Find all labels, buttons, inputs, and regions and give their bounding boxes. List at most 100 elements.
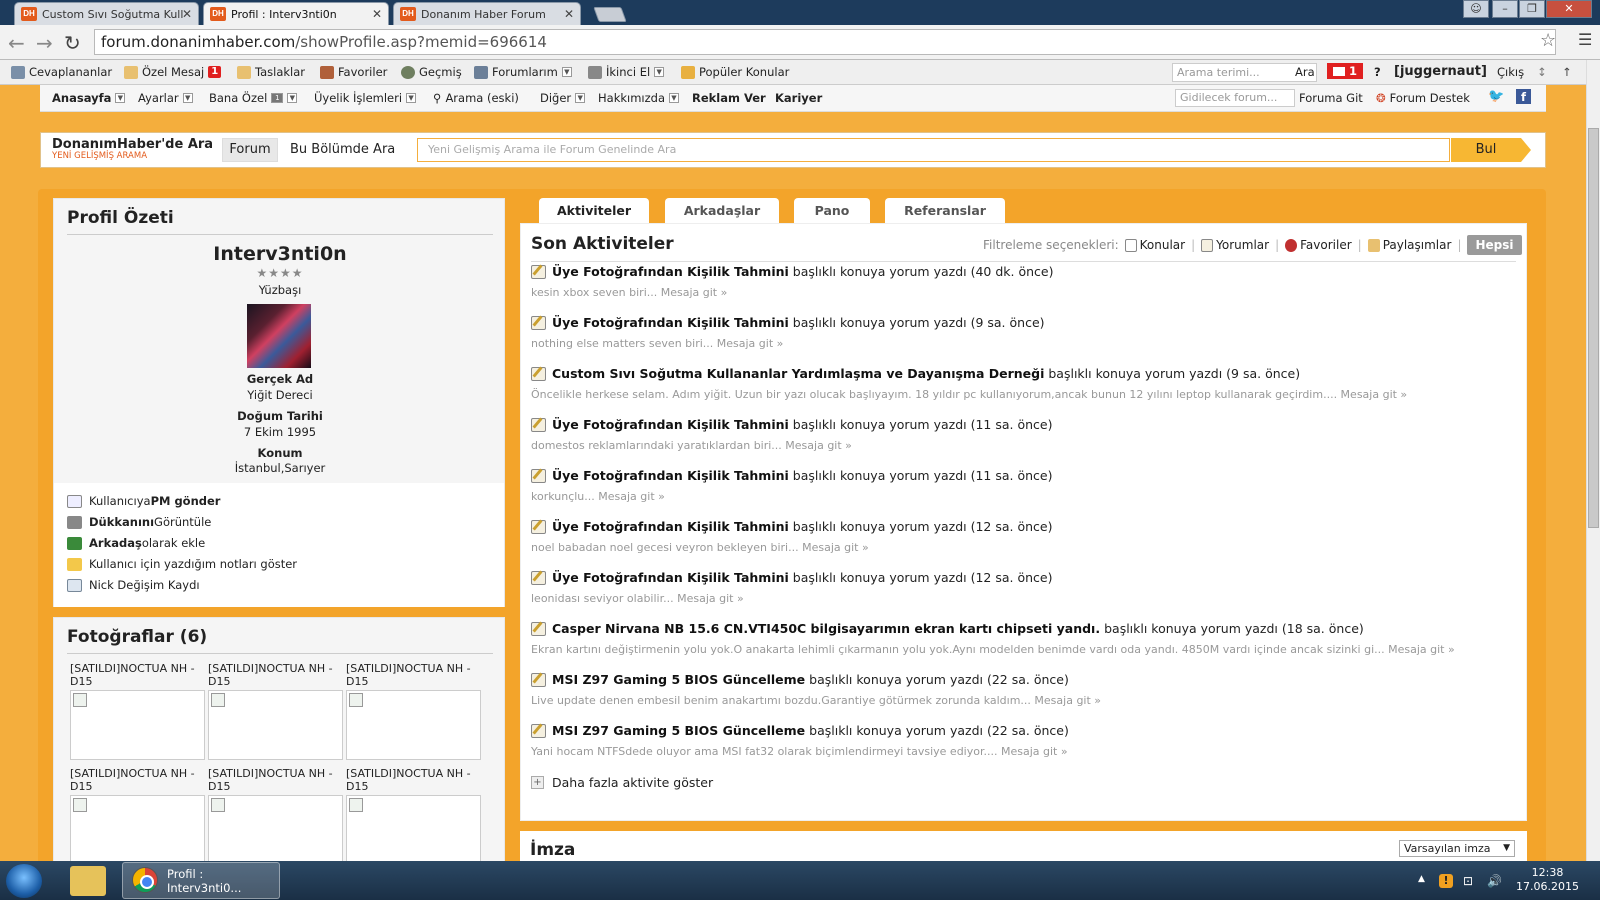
activity-topic-link[interactable]: Custom Sıvı Soğutma Kullananlar Yardımla… (552, 366, 1044, 381)
close-icon[interactable]: ✕ (564, 7, 574, 21)
chevron-down-icon[interactable]: ▼ (561, 67, 572, 77)
chevron-down-icon[interactable]: ▼ (182, 93, 193, 103)
activity-topic-link[interactable]: MSI Z97 Gaming 5 BIOS Güncelleme (552, 672, 805, 687)
close-icon[interactable]: ✕ (372, 7, 382, 21)
close-icon[interactable]: ✕ (182, 7, 192, 21)
activity-excerpt[interactable]: korkunçlu... Mesaja git » (531, 490, 1521, 503)
photo-item[interactable]: [SATILDI]NOCTUA NH - D15 (346, 767, 481, 865)
nick-history-link[interactable]: Nick Değişim Kaydı (67, 578, 200, 592)
add-friend-link[interactable]: Arkadaş olarak ekle (67, 536, 205, 550)
photo-item[interactable]: [SATILDI]NOCTUA NH - D15 (346, 662, 481, 760)
back-icon[interactable]: ← (8, 31, 25, 55)
show-more-activities-button[interactable]: + Daha fazla aktivite göster (531, 775, 713, 790)
chevron-down-icon[interactable]: ▼ (669, 93, 679, 103)
nav-hakkimizda[interactable]: Hakkımızda ▼ (598, 91, 679, 105)
arrow-up-icon[interactable]: ↑ (1562, 65, 1572, 79)
activity-excerpt[interactable]: leonidası seviyor olabilir... Mesaja git… (531, 592, 1521, 605)
activity-topic-link[interactable]: Üye Fotoğrafından Kişilik Tahmini (552, 570, 789, 585)
activity-excerpt[interactable]: nothing else matters seven biri... Mesaj… (531, 337, 1521, 350)
nav-anasayfa[interactable]: Anasayfa ▼ (52, 91, 126, 105)
tab-arkadaslar[interactable]: Arkadaşlar (665, 198, 779, 223)
nav-arama-eski[interactable]: ⚲ Arama (eski) (433, 91, 519, 105)
activity-topic-link[interactable]: MSI Z97 Gaming 5 BIOS Güncelleme (552, 723, 805, 738)
folder-icon[interactable] (70, 866, 106, 896)
chevron-down-icon[interactable]: ▼ (575, 93, 586, 103)
nav-kariyer[interactable]: Kariyer (775, 91, 822, 105)
activity-excerpt[interactable]: Yani hocam NTFSdede oluyor ama MSI fat32… (531, 745, 1521, 758)
twitter-icon[interactable]: 🐦 (1488, 89, 1504, 104)
toolbar-taslaklar[interactable]: Taslaklar (237, 65, 305, 79)
show-notes-link[interactable]: Kullanıcı için yazdığım notları göster (67, 557, 297, 571)
forward-icon[interactable]: → (36, 31, 53, 55)
signature-select[interactable]: Varsayılan imza ▼ (1399, 840, 1515, 857)
nav-reklam-ver[interactable]: Reklam Ver (692, 91, 766, 105)
taskbar-clock[interactable]: 12:38 17.06.2015 (1516, 866, 1579, 894)
help-link[interactable]: ? (1374, 65, 1381, 79)
user-icon[interactable]: ☺ (1463, 0, 1489, 18)
warning-icon[interactable]: ! (1439, 874, 1453, 888)
logout-link[interactable]: Çıkış (1497, 65, 1524, 79)
activity-topic-link[interactable]: Üye Fotoğrafından Kişilik Tahmini (552, 468, 789, 483)
minimize-button[interactable]: – (1492, 0, 1518, 18)
tab-referanslar[interactable]: Referanslar (885, 198, 1005, 223)
toolbar-forumlarim[interactable]: Forumlarım ▼ (474, 65, 572, 79)
toolbar-favoriler[interactable]: Favoriler (320, 65, 387, 79)
pin-icon[interactable]: ↕ (1537, 65, 1547, 79)
start-button[interactable] (6, 864, 42, 898)
activity-excerpt[interactable]: Live update denen embesil benim anakartı… (531, 694, 1521, 707)
photo-item[interactable]: [SATILDI]NOCTUA NH - D15 (208, 767, 343, 865)
scrollbar-thumb[interactable] (1588, 128, 1599, 528)
tab-aktiviteler[interactable]: Aktiviteler (539, 198, 649, 223)
browser-tab[interactable]: DH Custom Sıvı Soğutma Kull ✕ (14, 2, 199, 25)
browser-tab-active[interactable]: DH Profil : Interv3nti0n ✕ (203, 2, 389, 25)
goto-forum-input[interactable]: Gidilecek forum... (1175, 89, 1295, 107)
forum-destek-link[interactable]: ❂ Forum Destek (1376, 91, 1470, 105)
nav-bana-ozel[interactable]: Bana Özel 1 ▼ (209, 91, 298, 105)
search-submit-button[interactable]: Bul (1451, 138, 1521, 162)
chevron-down-icon[interactable]: ▼ (287, 93, 298, 103)
toolbar-cevaplananlar[interactable]: Cevaplananlar (11, 65, 112, 79)
browser-tab[interactable]: DH Donanım Haber Forum ✕ (393, 2, 581, 25)
activity-excerpt[interactable]: noel babadan noel gecesi veyron bekleyen… (531, 541, 1521, 554)
bookmark-star-icon[interactable]: ☆ (1540, 30, 1556, 51)
filter-favoriler[interactable]: Favoriler (1285, 238, 1352, 252)
volume-icon[interactable]: 🔊 (1487, 874, 1502, 888)
activity-topic-link[interactable]: Üye Fotoğrafından Kişilik Tahmini (552, 519, 789, 534)
section-search-button[interactable]: Bu Bölümde Ara (290, 142, 395, 157)
activity-excerpt[interactable]: kesin xbox seven biri... Mesaja git » (531, 286, 1521, 299)
reload-icon[interactable]: ↻ (64, 31, 81, 55)
toolbar-search-button[interactable]: Ara (1295, 65, 1315, 79)
nav-ayarlar[interactable]: Ayarlar ▼ (138, 91, 193, 105)
chevron-down-icon[interactable]: ▼ (654, 67, 665, 77)
filter-paylasimlar[interactable]: Paylaşımlar (1367, 238, 1451, 252)
chevron-down-icon[interactable]: ▼ (115, 93, 126, 103)
network-icon[interactable]: ⊡ (1463, 874, 1473, 888)
tray-arrow-icon[interactable]: ▲ (1418, 874, 1425, 884)
goto-forum-button[interactable]: Foruma Git (1299, 91, 1363, 105)
toolbar-ikinci-el[interactable]: İkinci El ▼ (588, 65, 665, 79)
chevron-down-icon[interactable]: ▼ (406, 93, 417, 103)
maximize-button[interactable]: ❐ (1519, 0, 1545, 18)
notification-badge[interactable]: 1 (1327, 63, 1364, 79)
avatar[interactable] (247, 304, 311, 368)
filter-hepsi[interactable]: Hepsi (1467, 235, 1522, 255)
username-link[interactable]: [juggernaut] (1394, 64, 1487, 79)
toolbar-gecmis[interactable]: Geçmiş (401, 65, 462, 79)
activity-excerpt[interactable]: domestos reklamlarındaki yaratıklardan b… (531, 439, 1521, 452)
facebook-icon[interactable]: f (1516, 89, 1531, 104)
nav-uyelik-islemleri[interactable]: Üyelik İşlemleri ▼ (314, 91, 417, 105)
activity-excerpt[interactable]: Öncelikle herkese selam. Adım yiğit. Uzu… (531, 388, 1521, 401)
activity-topic-link[interactable]: Üye Fotoğrafından Kişilik Tahmini (552, 264, 789, 279)
view-shop-link[interactable]: Dükkanını Görüntüle (67, 515, 211, 529)
filter-konular[interactable]: Konular (1124, 238, 1185, 252)
close-window-button[interactable]: ✕ (1546, 0, 1592, 18)
activity-excerpt[interactable]: Ekran kartını değiştirmenin yolu yok.O a… (531, 643, 1521, 656)
send-pm-link[interactable]: Kullanıcıya PM gönder (67, 494, 220, 508)
filter-yorumlar[interactable]: Yorumlar (1201, 238, 1269, 252)
url-input[interactable]: forum.donanimhaber.com/showProfile.asp?m… (94, 29, 1556, 55)
tab-pano[interactable]: Pano (794, 198, 870, 223)
photo-item[interactable]: [SATILDI]NOCTUA NH - D15 (70, 662, 205, 760)
forum-scope-button[interactable]: Forum (222, 138, 278, 162)
toolbar-ozel-mesaj[interactable]: Özel Mesaj 1 (124, 65, 222, 79)
advanced-search-input[interactable]: Yeni Gelişmiş Arama ile Forum Genelinde … (417, 138, 1450, 162)
